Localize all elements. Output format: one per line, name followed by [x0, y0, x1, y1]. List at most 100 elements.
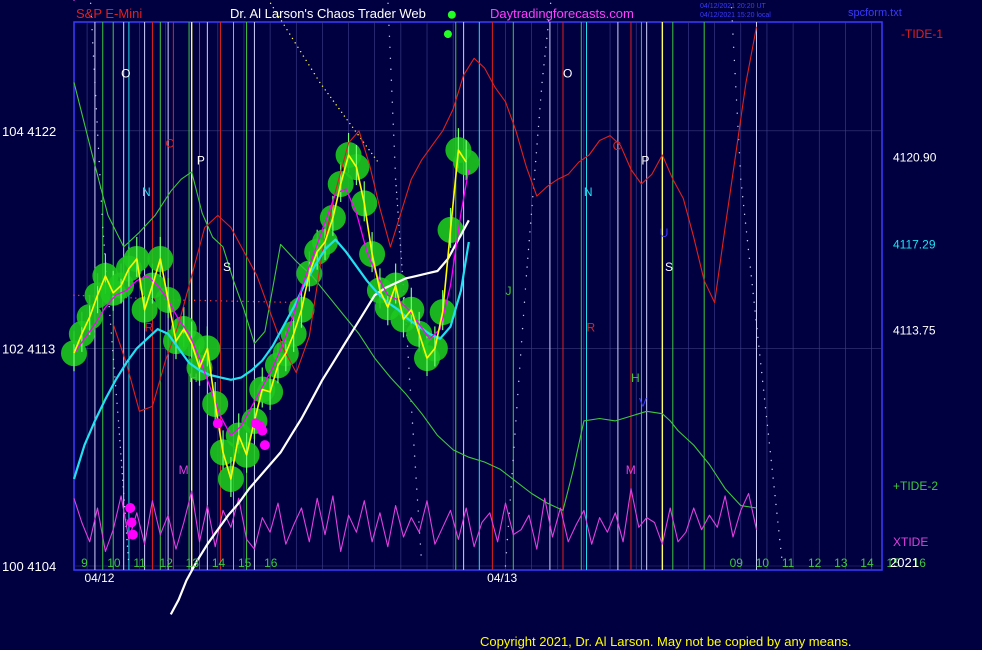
dotted-cycle-dot	[399, 237, 401, 240]
header-author: Dr. Al Larson's Chaos Trader Web	[230, 6, 426, 21]
x-tick-label: 11	[782, 556, 795, 570]
dotted-cycle-dot	[735, 99, 738, 101]
dotted-cycle-dot	[400, 250, 402, 253]
dotted-cycle-dot	[408, 367, 410, 369]
dotted-cycle-dot	[412, 433, 414, 435]
dotted-cycle-dot	[534, 169, 536, 172]
annotation-label: C	[166, 137, 175, 151]
dotted-cycle-dot	[740, 178, 742, 180]
x-tick-label: 09	[730, 556, 744, 570]
dotted-cycle-dot	[527, 257, 529, 259]
dotted-cycle-dot	[209, 300, 212, 302]
annotation-label: P	[197, 154, 205, 168]
dotted-cycle-dot	[130, 297, 132, 299]
dotted-cycle-dot	[757, 336, 759, 339]
right-value-label: XTIDE	[893, 535, 928, 549]
dotted-cycle-dot	[393, 145, 395, 147]
dotted-cycle-dot	[299, 50, 302, 53]
dotted-cycle-dot	[103, 244, 105, 246]
dotted-cycle-dot	[391, 90, 393, 92]
dotted-cycle-dot	[513, 446, 515, 449]
dotted-cycle-dot	[389, 46, 391, 48]
dotted-cycle-dot	[780, 547, 782, 550]
x-tick-label: 9	[81, 556, 88, 570]
dotted-cycle-dot	[338, 107, 340, 110]
dotted-cycle-dot	[400, 257, 403, 259]
annotation-label: H	[631, 371, 640, 385]
right-value-label: -TIDE-1	[901, 27, 943, 41]
dotted-cycle-dot	[407, 356, 409, 358]
dotted-cycle-dot	[514, 433, 516, 435]
annotation-label: P	[641, 154, 649, 168]
x-tick-label: 10	[107, 556, 121, 570]
dotted-cycle-dot	[732, 33, 734, 35]
low-mark	[257, 425, 268, 436]
dotted-cycle-dot	[391, 101, 394, 103]
dotted-cycle-dot	[751, 283, 753, 286]
dotted-cycle-dot	[389, 57, 392, 59]
dotted-cycle-dot	[394, 167, 396, 169]
dotted-cycle-dot	[777, 521, 779, 523]
right-value-label: +TIDE-2	[893, 479, 938, 493]
dotted-cycle-dot	[417, 510, 419, 512]
dotted-cycle-dot	[530, 213, 533, 216]
dotted-cycle-dot	[335, 104, 337, 106]
dotted-cycle-dot	[302, 55, 305, 57]
dotted-cycle-dot	[737, 125, 739, 128]
dotted-cycle-dot	[236, 300, 239, 302]
dotted-cycle-dot	[761, 371, 763, 374]
dotted-cycle-dot	[539, 108, 541, 110]
dotted-cycle-dot	[539, 99, 542, 101]
dotted-cycle-dot	[398, 231, 401, 233]
dotted-cycle-dot	[388, 35, 391, 37]
dotted-cycle-dot	[215, 300, 217, 302]
dotted-cycle-dot	[415, 477, 417, 479]
dotted-cycle-dot	[767, 433, 770, 435]
dotted-cycle-dot	[94, 81, 96, 84]
header-file: spcform.txt	[848, 7, 902, 19]
dotted-cycle-dot	[354, 130, 357, 132]
x-tick-label: 16	[264, 556, 278, 570]
dotted-cycle-dot	[120, 453, 122, 455]
dotted-cycle-dot	[754, 310, 756, 312]
dotted-cycle-dot	[761, 380, 764, 383]
dotted-cycle-dot	[508, 512, 510, 514]
header-site[interactable]: Daytradingforecasts.com	[490, 6, 634, 21]
dotted-cycle-dot	[96, 121, 98, 123]
dotted-cycle-dot	[283, 24, 285, 26]
dotted-cycle-dot	[393, 156, 396, 158]
low-mark	[126, 517, 137, 528]
dotted-cycle-dot	[537, 125, 540, 128]
dotted-cycle-dot	[517, 393, 519, 396]
dotted-cycle-dot	[242, 300, 244, 303]
dotted-cycle-dot	[507, 525, 510, 528]
dotted-cycle-dot	[527, 248, 530, 251]
dotted-cycle-dot	[509, 499, 511, 501]
low-mark	[125, 502, 136, 513]
dotted-cycle-dot	[98, 160, 100, 163]
dotted-cycle-dot	[284, 301, 287, 303]
dotted-cycle-dot	[536, 143, 538, 145]
chart-canvas: 104 4122 102 4113 100 4104 9 10 11 12 13 14 15 16 0…	[0, 0, 982, 650]
dotted-cycle-dot	[519, 367, 521, 369]
right-value-label: 4120.90	[893, 150, 937, 164]
dotted-cycle-dot	[411, 422, 414, 424]
high-mark	[447, 10, 456, 19]
dotted-cycle-dot	[102, 226, 104, 229]
header-timestamp-local: 04/12/2021 15:20 local	[700, 12, 771, 19]
low-mark	[212, 418, 223, 429]
x-year-label: 2021	[890, 555, 919, 570]
low-mark	[259, 440, 270, 451]
dotted-cycle-dot	[744, 222, 747, 224]
dotted-cycle-dot	[263, 301, 265, 303]
dotted-cycle-dot	[413, 455, 416, 457]
dotted-cycle-dot	[135, 297, 137, 299]
dotted-cycle-dot	[368, 149, 370, 151]
dotted-cycle-dot	[529, 222, 532, 224]
annotation-label: N	[142, 185, 151, 199]
dotted-cycle-dot	[769, 451, 771, 453]
dotted-cycle-dot	[531, 204, 533, 207]
dotted-cycle-dot	[409, 389, 412, 391]
x-tick-label: 13	[834, 556, 848, 570]
dotted-cycle-dot	[289, 33, 291, 35]
